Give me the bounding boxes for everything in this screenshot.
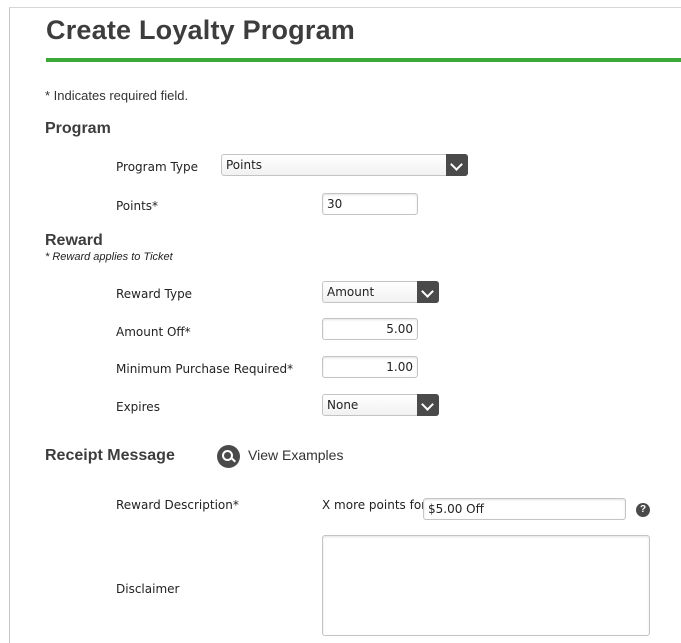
minimum-purchase-input[interactable] bbox=[322, 356, 418, 378]
required-field-note: * Indicates required field. bbox=[45, 88, 189, 103]
minimum-purchase-label: Minimum Purchase Required* bbox=[116, 362, 294, 376]
reward-description-input[interactable] bbox=[423, 498, 626, 520]
chevron-down-icon[interactable] bbox=[417, 394, 439, 416]
points-label: Points* bbox=[116, 199, 159, 213]
points-input[interactable] bbox=[322, 193, 418, 215]
expires-value: None bbox=[327, 398, 359, 412]
amount-off-input[interactable] bbox=[322, 318, 418, 340]
reward-type-select[interactable]: Amount bbox=[322, 281, 439, 303]
program-type-select[interactable]: Points bbox=[221, 154, 468, 176]
question-icon[interactable]: ? bbox=[636, 503, 650, 517]
page-border-left bbox=[9, 7, 10, 643]
expires-select[interactable]: None bbox=[322, 394, 439, 416]
program-heading: Program bbox=[45, 120, 111, 137]
reward-type-label: Reward Type bbox=[116, 287, 193, 301]
chevron-down-icon[interactable] bbox=[417, 281, 439, 303]
reward-type-value: Amount bbox=[327, 285, 375, 299]
reward-heading: Reward bbox=[45, 232, 103, 249]
disclaimer-label: Disclaimer bbox=[116, 582, 180, 596]
search-icon[interactable] bbox=[217, 445, 240, 468]
page-title: Create Loyalty Program bbox=[46, 15, 356, 45]
reward-description-label: Reward Description* bbox=[116, 498, 239, 512]
page-border-top bbox=[9, 7, 681, 8]
reward-description-prefix: X more points for bbox=[322, 498, 427, 512]
program-type-label: Program Type bbox=[116, 160, 199, 174]
disclaimer-textarea[interactable] bbox=[322, 535, 650, 636]
expires-label: Expires bbox=[116, 400, 160, 414]
amount-off-label: Amount Off* bbox=[116, 325, 191, 339]
view-examples-link[interactable]: View Examples bbox=[248, 447, 343, 463]
program-type-value: Points bbox=[226, 158, 263, 172]
reward-subnote: * Reward applies to Ticket bbox=[45, 251, 173, 263]
title-underline bbox=[46, 58, 681, 62]
receipt-message-heading: Receipt Message bbox=[45, 447, 175, 464]
chevron-down-icon[interactable] bbox=[446, 154, 468, 176]
